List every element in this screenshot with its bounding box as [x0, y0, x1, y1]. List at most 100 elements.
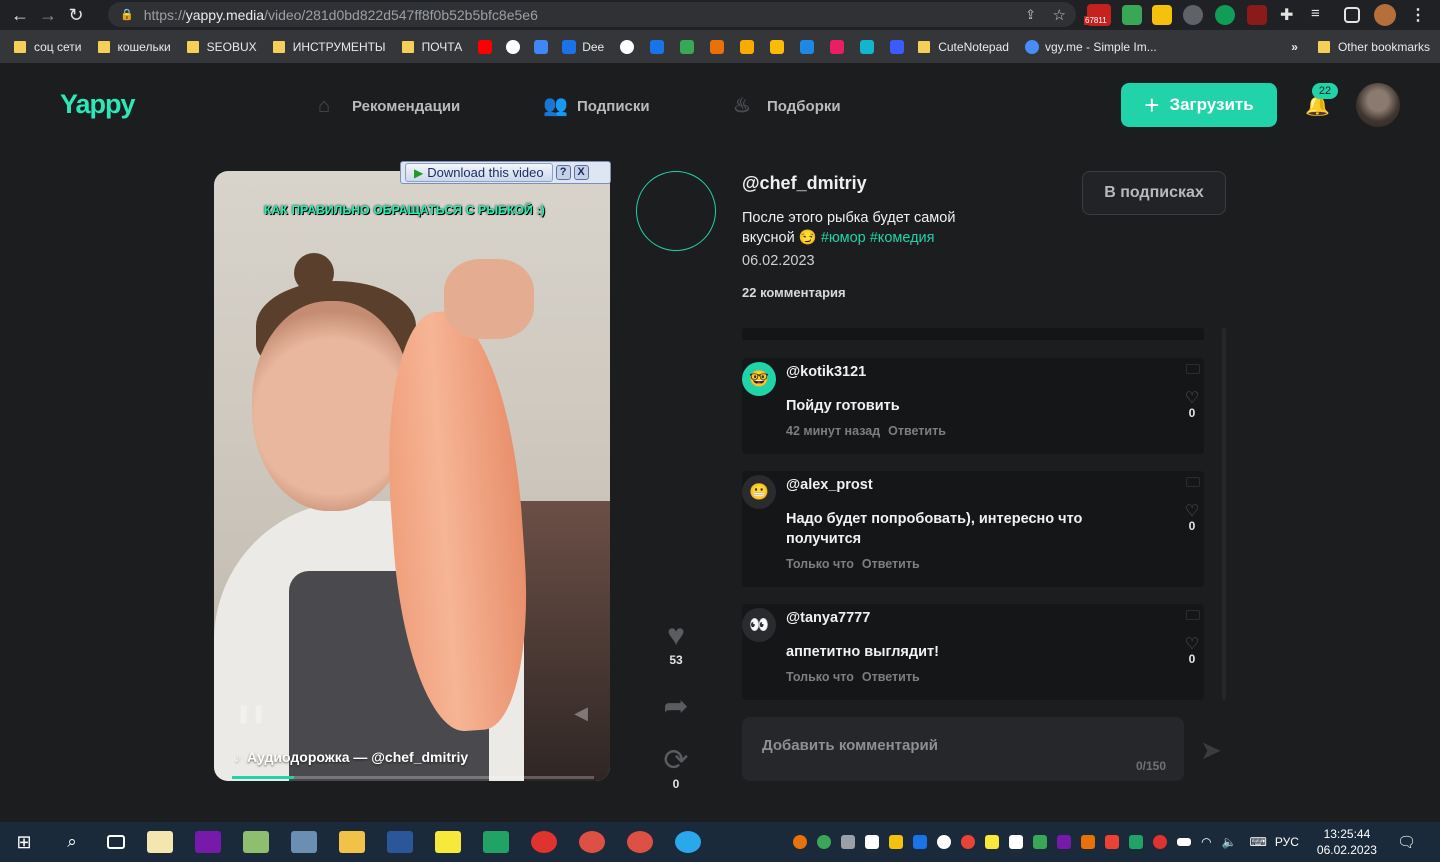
bookmark-icon[interactable] [620, 39, 635, 54]
h-extension-icon[interactable] [1247, 5, 1267, 25]
tray-icon[interactable] [985, 835, 1000, 849]
key-extension-icon[interactable] [1183, 5, 1203, 25]
keyboard-icon[interactable]: ⌨ [1250, 835, 1267, 849]
bookmark-icon[interactable] [710, 39, 725, 54]
windows-start-icon[interactable]: ⊞ [11, 831, 37, 853]
bookmark-cutenotepad[interactable]: CuteNotepad [918, 40, 1009, 54]
comments-list[interactable]: 🤓 @kotik3121 Пойду готовить 42 минут наз… [742, 328, 1204, 700]
tray-icon[interactable] [1129, 835, 1144, 849]
reload-icon[interactable]: ↻ [62, 1, 90, 29]
word-icon[interactable] [387, 831, 413, 853]
wifi-icon[interactable]: ◠ [1201, 835, 1211, 849]
comment-avatar[interactable]: 😬 [742, 475, 776, 509]
download-video-button[interactable]: ▶ Download this video [405, 163, 553, 182]
bookmark-icon[interactable] [506, 39, 521, 54]
tray-icon[interactable] [889, 835, 904, 849]
tray-icon[interactable] [1057, 835, 1072, 849]
back-icon[interactable]: ← [6, 1, 34, 29]
sticky-icon[interactable] [435, 831, 461, 853]
bookmark-folder[interactable]: соц сети [14, 40, 82, 54]
ruble-extension-icon[interactable] [1215, 5, 1235, 25]
tray-icon[interactable] [937, 835, 952, 849]
author-avatar[interactable] [636, 171, 716, 251]
hashtags[interactable]: #юмор #комедия [821, 230, 935, 246]
bookmark-folder[interactable]: ПОЧТА [401, 40, 462, 54]
flag-icon[interactable] [1186, 477, 1200, 487]
flag-icon[interactable] [1186, 364, 1200, 374]
close-download-button[interactable]: X [573, 165, 589, 180]
bookmark-folder[interactable]: ИНСТРУМЕНТЫ [272, 40, 386, 54]
bookmark-icon[interactable] [860, 39, 875, 54]
forward-icon[interactable]: → [34, 1, 62, 29]
task-view-icon[interactable] [107, 835, 125, 849]
tray-icon[interactable] [817, 835, 832, 849]
bookmark-folder[interactable]: SEOBUX [186, 40, 257, 54]
comment-username[interactable]: @kotik3121 [786, 364, 866, 380]
author-username[interactable]: @chef_dmitriy [742, 173, 867, 194]
excel-file-icon[interactable] [483, 831, 509, 853]
volume-icon[interactable]: ◀ [574, 703, 588, 724]
nav-collections[interactable]: ♨ Подборки [733, 95, 841, 117]
repost-icon[interactable]: ⟳ [652, 743, 700, 777]
tray-icon[interactable] [961, 835, 976, 849]
media-control-icon[interactable]: ≡ [1311, 5, 1331, 25]
bookmark-folder[interactable]: кошельки [97, 40, 171, 54]
youtube-icon[interactable] [478, 39, 493, 54]
bookmark-icon[interactable] [740, 39, 755, 54]
speaker-icon[interactable]: 🔈 [1222, 835, 1237, 849]
yappy-logo[interactable]: Yappy [60, 89, 136, 120]
tray-icon[interactable] [1009, 835, 1024, 849]
share-icon[interactable]: ⇪ [1025, 7, 1036, 23]
tray-icon[interactable] [1105, 835, 1120, 849]
bookmark-icon[interactable] [890, 39, 905, 54]
heart-icon[interactable]: ♥ [652, 619, 700, 653]
reply-button[interactable]: Ответить [862, 670, 920, 684]
upload-button[interactable]: + Загрузить [1121, 83, 1277, 127]
profile-avatar-icon[interactable] [1374, 4, 1396, 26]
bookmark-vgy[interactable]: vgy.me - Simple Im... [1024, 39, 1157, 54]
menu-dots-icon[interactable]: ⋮ [1410, 5, 1430, 25]
tray-icon[interactable] [1153, 835, 1168, 849]
translate-icon[interactable] [534, 39, 549, 54]
user-avatar[interactable] [1356, 83, 1400, 127]
tray-icon[interactable] [1081, 835, 1096, 849]
tray-icon[interactable] [1033, 835, 1048, 849]
chrome-icon[interactable] [579, 831, 605, 853]
telegram-icon[interactable] [675, 831, 701, 853]
tray-icon[interactable] [793, 835, 808, 849]
flag-icon[interactable] [1186, 610, 1200, 620]
bookmark-icon[interactable] [680, 39, 695, 54]
sidebar-icon[interactable] [1344, 7, 1360, 23]
app-icon[interactable] [291, 831, 317, 853]
tray-icon[interactable] [865, 835, 880, 849]
bookmark-icon[interactable] [770, 39, 785, 54]
other-bookmarks[interactable]: Other bookmarks [1338, 40, 1430, 54]
nav-recommendations[interactable]: ⌂ Рекомендации [318, 95, 460, 117]
bookmark-dee[interactable]: Dee [562, 39, 604, 54]
note-extension-icon[interactable] [1152, 5, 1172, 25]
share-arrow-icon[interactable]: ➦ [652, 689, 700, 723]
comment-avatar[interactable]: 👀 [742, 608, 776, 642]
language-indicator[interactable]: РУС [1275, 835, 1299, 849]
onenote-icon[interactable] [195, 831, 221, 853]
tray-icon[interactable] [913, 835, 928, 849]
puzzle-extensions-icon[interactable]: ✚ [1280, 5, 1300, 25]
shield-extension-icon[interactable] [1122, 5, 1142, 25]
tray-icon[interactable] [841, 835, 856, 849]
notes-app-icon[interactable] [147, 831, 173, 853]
nav-subscriptions[interactable]: 👥 Подписки [543, 95, 650, 117]
bookmark-star-icon[interactable]: ☆ [1053, 6, 1066, 24]
reply-button[interactable]: Ответить [862, 557, 920, 571]
battery-icon[interactable] [1177, 838, 1192, 846]
search-icon[interactable]: ⌕ [59, 831, 85, 853]
help-button[interactable]: ? [555, 165, 571, 180]
clock[interactable]: 13:25:44 06.02.2023 [1317, 826, 1377, 858]
reply-button[interactable]: Ответить [888, 424, 946, 438]
send-icon[interactable]: ➤ [1200, 735, 1222, 766]
video-player[interactable]: КАК ПРАВИЛЬНО ОБРАЩАТЬСЯ С РЫБКОЙ :) ❚❚ … [214, 171, 610, 781]
heart-outline-icon[interactable]: ♡ [1182, 388, 1202, 408]
notepad-icon[interactable] [243, 831, 269, 853]
comment-username[interactable]: @tanya7777 [786, 610, 870, 626]
heart-outline-icon[interactable]: ♡ [1182, 501, 1202, 521]
bookmarks-more-button[interactable]: » [1291, 40, 1298, 54]
